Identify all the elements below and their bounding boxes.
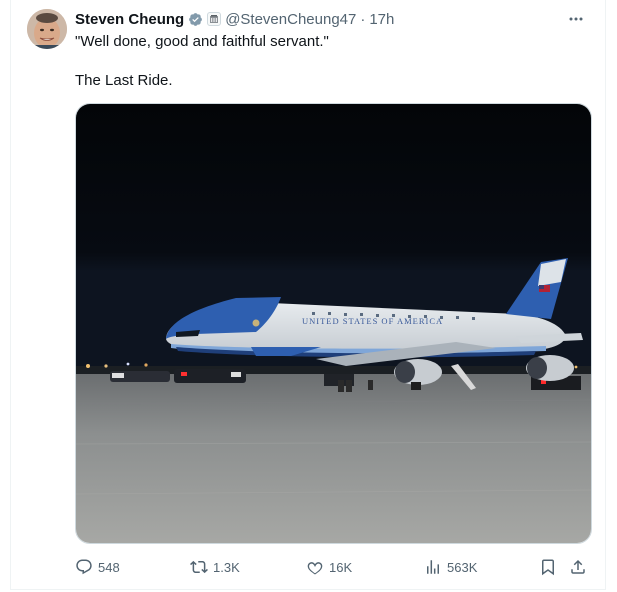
like-count: 16K [329,559,353,575]
like-button[interactable]: 16K [306,557,352,577]
more-horizontal-icon [569,17,583,21]
tweet-text-line-1: "Well done, good and faithful servant." [75,33,329,50]
repost-count: 1.3K [213,559,240,575]
fuselage-text: UNITED STATES OF AMERICA [302,316,443,326]
analytics-icon [427,560,439,574]
reply-count: 548 [98,559,120,575]
header-separator: · [360,10,366,28]
affiliate-badge-icon[interactable] [207,12,222,26]
tweet-text-line-2: The Last Ride. [75,72,173,89]
author-handle[interactable]: @StevenCheung47 [225,11,356,28]
view-count: 563K [447,559,478,575]
heart-icon [307,562,323,575]
more-options-button[interactable] [566,9,586,29]
bookmark-icon [542,559,554,576]
reply-icon [76,559,92,575]
avatar[interactable] [27,9,67,49]
repost-icon [190,560,208,574]
avatar-image [27,9,67,49]
verified-badge-icon[interactable] [188,12,203,27]
tweet-timestamp[interactable]: 17h [369,11,394,28]
repost-button[interactable]: 1.3K [190,557,240,577]
author-name[interactable]: Steven Cheung [75,11,184,28]
views-button[interactable]: 563K [424,557,477,577]
share-button[interactable] [568,557,588,577]
bookmark-button[interactable] [538,557,558,577]
reply-button[interactable]: 548 [75,557,120,577]
tweet-media-image[interactable]: UNITED STATES OF AMERICA [75,103,592,544]
air-force-one-photo: UNITED STATES OF AMERICA [76,104,591,543]
share-icon [571,559,585,574]
tweet-header: Steven Cheung @StevenCheung47 · 17h [75,9,394,29]
